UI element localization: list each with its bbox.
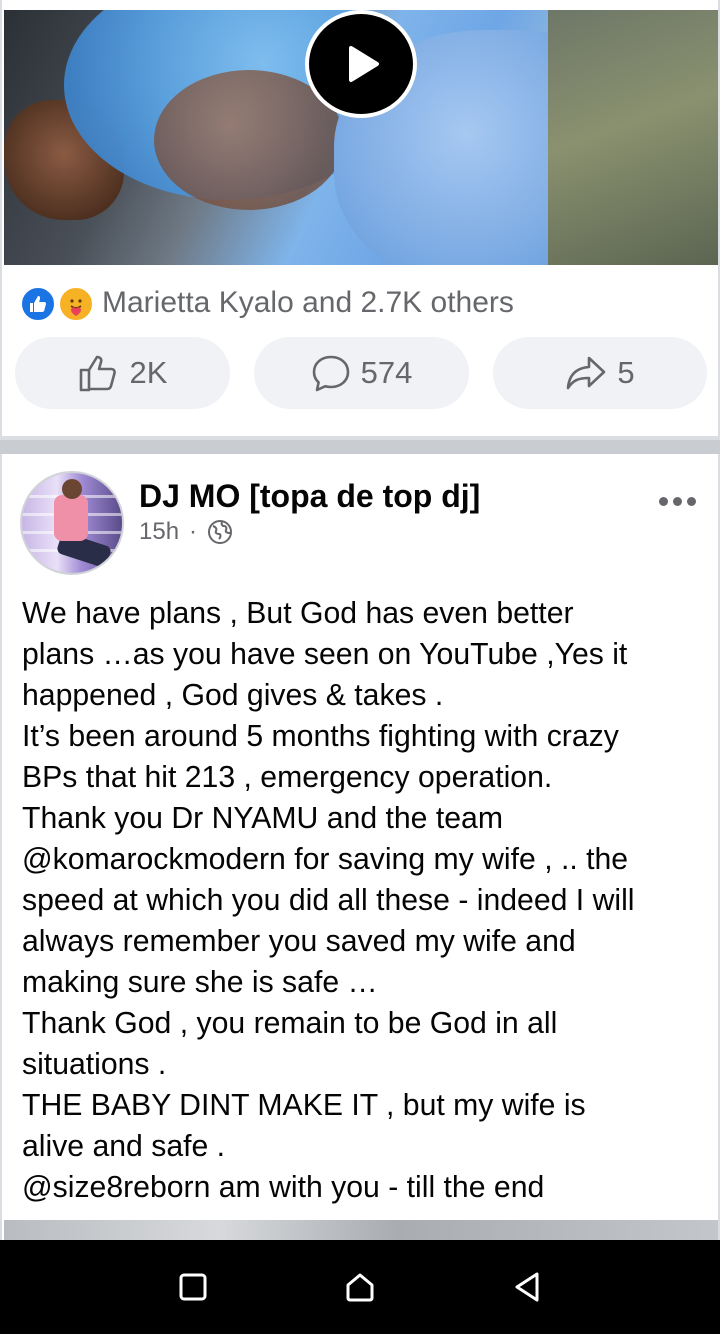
reaction-icons bbox=[20, 284, 98, 322]
avatar-figure-head bbox=[62, 479, 82, 499]
share-button[interactable]: 5 bbox=[493, 337, 707, 409]
more-dot bbox=[686, 496, 696, 506]
comment-button[interactable]: 574 bbox=[254, 337, 469, 409]
play-icon bbox=[349, 46, 379, 82]
back-button[interactable] bbox=[497, 1257, 557, 1317]
meta-separator: · bbox=[189, 518, 198, 545]
care-reaction-icon bbox=[58, 286, 94, 322]
like-reaction-icon bbox=[20, 286, 56, 322]
feed-separator bbox=[0, 436, 720, 454]
post-image-preview[interactable] bbox=[4, 1220, 718, 1240]
post-text-line: plans …as you have seen on YouTube ,Yes … bbox=[22, 638, 628, 671]
comment-icon bbox=[312, 355, 349, 392]
thumbs-up-icon bbox=[79, 355, 116, 392]
system-navigation-bar bbox=[0, 1240, 720, 1334]
video-post: Marietta Kyalo and 2.7K others 2K 574 5 bbox=[0, 0, 720, 436]
post-text-line: alive and safe . bbox=[22, 1130, 226, 1163]
home-icon bbox=[346, 1273, 374, 1302]
post-timestamp[interactable]: 15h bbox=[139, 518, 179, 546]
post-body-text: We have plans , But God has even better … bbox=[22, 593, 712, 1208]
recents-square-icon bbox=[179, 1273, 207, 1301]
post-text-line: Thank God , you remain to be God in all bbox=[22, 1007, 558, 1040]
avatar[interactable] bbox=[20, 471, 124, 575]
more-dot bbox=[658, 496, 668, 506]
home-button[interactable] bbox=[330, 1257, 390, 1317]
post-text-line: situations . bbox=[22, 1048, 167, 1081]
thumbnail-drape bbox=[548, 10, 718, 265]
avatar-figure-body bbox=[54, 495, 88, 541]
post-text-line: @size8reborn am with you - till the end bbox=[22, 1171, 545, 1204]
post-text-line: always remember you saved my wife and bbox=[22, 925, 576, 958]
post-text-line: It’s been around 5 months fighting with … bbox=[22, 720, 619, 753]
author-name[interactable]: DJ MO [topa de top dj] bbox=[139, 478, 480, 515]
post-text-line: speed at which you did all these - indee… bbox=[22, 884, 635, 917]
like-button[interactable]: 2K bbox=[15, 337, 230, 409]
post-text-line: THE BABY DINT MAKE IT , but my wife is bbox=[22, 1089, 586, 1122]
like-count: 2K bbox=[129, 355, 168, 390]
globe-icon bbox=[208, 520, 233, 544]
reactions-text: Marietta Kyalo and 2.7K others bbox=[102, 286, 514, 319]
post-text-line: making sure she is safe … bbox=[22, 966, 378, 999]
recents-button[interactable] bbox=[163, 1257, 223, 1317]
reactions-summary[interactable]: Marietta Kyalo and 2.7K others bbox=[20, 283, 514, 323]
play-button[interactable] bbox=[305, 10, 417, 118]
text-post: DJ MO [topa de top dj] 15h · We have pla… bbox=[0, 454, 720, 1240]
post-text-line: @komarockmodern for saving my wife , .. … bbox=[22, 843, 629, 876]
back-triangle-icon bbox=[515, 1272, 539, 1302]
post-text-line: BPs that hit 213 , emergency operation. bbox=[22, 761, 553, 794]
post-text-line: We have plans , But God has even better bbox=[22, 597, 574, 630]
post-meta: 15h · bbox=[139, 518, 233, 546]
share-arrow-icon bbox=[567, 356, 606, 390]
more-options-button[interactable] bbox=[652, 486, 702, 516]
post-text-line: Thank you Dr NYAMU and the team bbox=[22, 802, 503, 835]
more-dot bbox=[672, 496, 682, 506]
comment-count: 574 bbox=[360, 355, 413, 390]
post-text-line: happened , God gives & takes . bbox=[22, 679, 444, 712]
share-count: 5 bbox=[617, 355, 635, 390]
